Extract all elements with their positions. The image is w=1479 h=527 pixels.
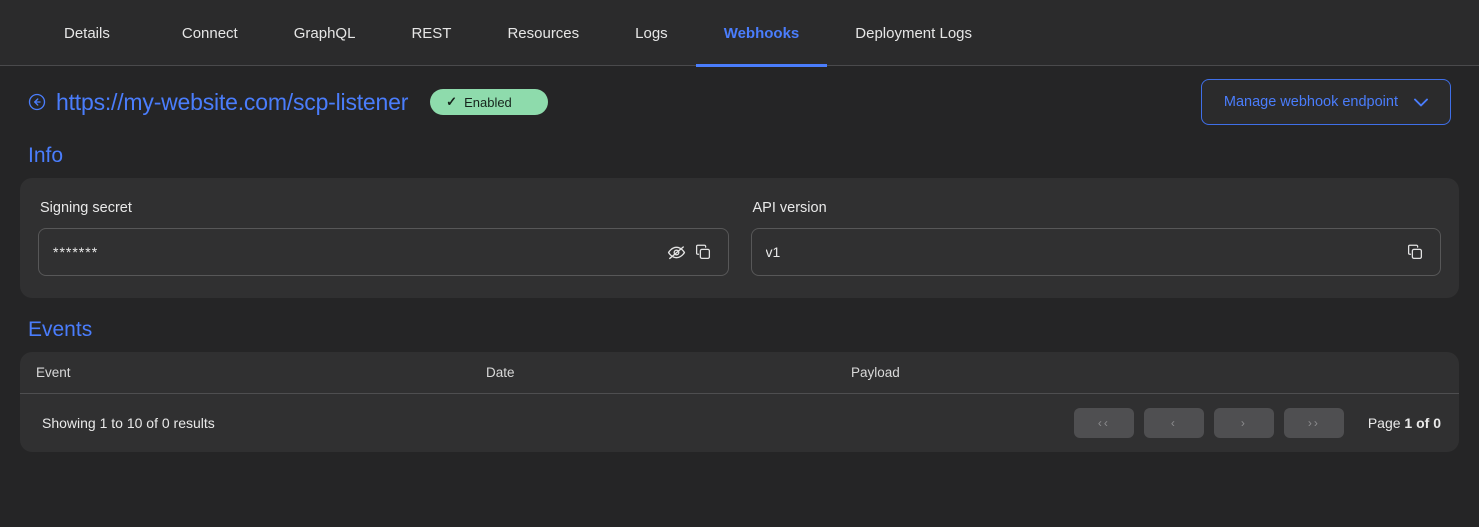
info-section-title: Info (28, 144, 64, 167)
api-version-input[interactable]: v1 (750, 228, 1441, 276)
events-table-footer: Showing 1 to 10 of 0 results ‹‹ ‹ › ›› P… (20, 394, 1459, 452)
signing-secret-input[interactable]: ******* (38, 228, 729, 276)
api-version-field: API version v1 (750, 200, 1441, 276)
tab-rest[interactable]: REST (383, 0, 479, 66)
page-indicator-value: 1 of 0 (1404, 415, 1441, 431)
events-section-title: Events (28, 318, 93, 341)
tab-graphql[interactable]: GraphQL (266, 0, 384, 66)
tab-webhooks[interactable]: Webhooks (695, 0, 828, 67)
copy-icon[interactable] (690, 239, 716, 265)
prev-page-button[interactable]: ‹ (1143, 408, 1204, 438)
api-version-label: API version (752, 200, 827, 216)
check-icon: ✓ (446, 94, 458, 109)
next-page-button[interactable]: › (1213, 408, 1274, 438)
page-indicator: Page 1 of 0 (1368, 415, 1441, 431)
info-fields: Signing secret ******* API version v1 (38, 200, 1441, 276)
page-content: https://my-website.com/scp-listener ✓ En… (0, 66, 1479, 527)
webhook-url[interactable]: https://my-website.com/scp-listener (56, 89, 408, 116)
pagination-controls: ‹‹ ‹ › ›› Page 1 of 0 (1073, 408, 1441, 438)
last-page-button[interactable]: ›› (1283, 408, 1344, 438)
tab-logs[interactable]: Logs (607, 0, 696, 66)
webhook-header: https://my-website.com/scp-listener ✓ En… (20, 66, 1459, 138)
tab-connect[interactable]: Connect (154, 0, 266, 66)
eye-off-icon[interactable] (664, 239, 690, 265)
tab-deployment-logs[interactable]: Deployment Logs (827, 0, 1000, 66)
info-card: Signing secret ******* API version v1 (20, 178, 1459, 298)
tab-details[interactable]: Details (20, 0, 154, 66)
chevron-down-icon (1414, 98, 1428, 106)
copy-icon[interactable] (1402, 239, 1428, 265)
manage-webhook-endpoint-button[interactable]: Manage webhook endpoint (1200, 79, 1451, 125)
signing-secret-value: ******* (53, 244, 99, 260)
arrow-left-circle-icon[interactable] (28, 93, 46, 111)
page-indicator-prefix: Page (1367, 415, 1405, 431)
events-table-header: Event Date Payload (20, 352, 1459, 394)
tab-list: Details Connect GraphQL REST Resources L… (0, 0, 1479, 67)
status-badge-label: Enabled (464, 94, 512, 110)
status-badge: ✓ Enabled (430, 89, 549, 115)
column-header-event: Event (36, 365, 71, 380)
signing-secret-field: Signing secret ******* (38, 200, 729, 276)
tab-resources[interactable]: Resources (479, 0, 607, 66)
tab-bar: Details Connect GraphQL REST Resources L… (0, 0, 1479, 67)
signing-secret-label: Signing secret (40, 200, 132, 216)
results-summary: Showing 1 to 10 of 0 results (42, 415, 215, 431)
events-card: Event Date Payload Showing 1 to 10 of 0 … (20, 352, 1459, 452)
manage-webhook-endpoint-label: Manage webhook endpoint (1223, 94, 1398, 110)
column-header-payload: Payload (851, 365, 900, 380)
first-page-button[interactable]: ‹‹ (1073, 408, 1134, 438)
column-header-date: Date (486, 365, 515, 380)
api-version-value: v1 (765, 244, 781, 260)
webhook-detail-page: Details Connect GraphQL REST Resources L… (0, 0, 1479, 527)
